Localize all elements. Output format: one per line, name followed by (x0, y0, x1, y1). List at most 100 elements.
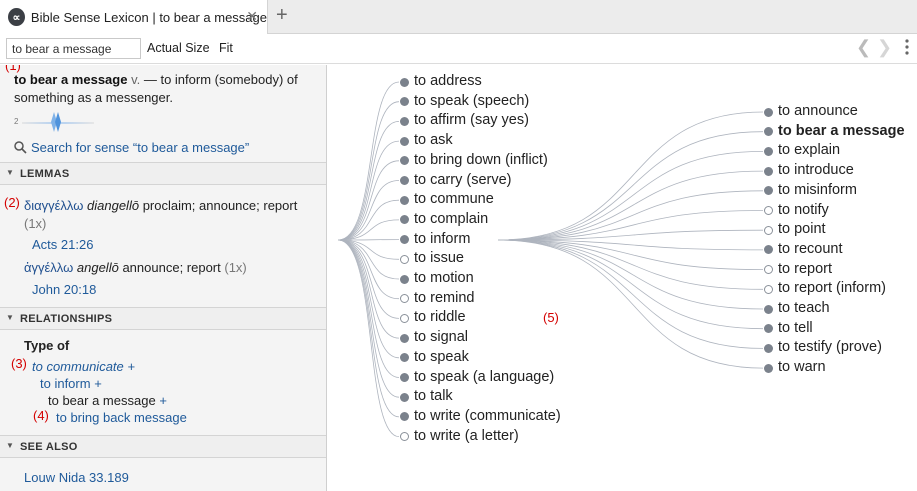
annotation-5: (5) (543, 310, 559, 325)
graph-node-right[interactable]: to report (inform) (778, 280, 886, 296)
back-arrow-icon[interactable]: ❮ (856, 37, 871, 58)
graph-node-left[interactable]: to speak (414, 349, 469, 365)
graph-node-dot (763, 324, 773, 334)
graph-node-left[interactable]: to affirm (say yes) (414, 112, 529, 128)
graph-node-dot (763, 127, 773, 137)
edge-right (497, 239, 764, 310)
section-title: SEE ALSO (20, 441, 78, 453)
collapse-caret-icon: ▼ (6, 168, 15, 177)
graph-node-left[interactable]: to complain (414, 211, 488, 227)
fit-button[interactable]: Fit (219, 41, 233, 55)
relationship-item[interactable]: to inform + (40, 376, 102, 391)
graph-node-dot (399, 215, 409, 225)
slider-handle-icon[interactable] (50, 111, 62, 133)
graph-node-left[interactable]: to motion (414, 270, 474, 286)
verse-reference-link[interactable]: Acts 21:26 (32, 237, 93, 252)
graph-node-right[interactable]: to explain (778, 142, 840, 158)
graph-node-dot (399, 116, 409, 126)
graph-node-right[interactable]: to notify (778, 202, 829, 218)
lemma-entry: ἀγγέλλω angellō announce; report (1x) (24, 259, 319, 277)
verse-reference-link[interactable]: John 20:18 (32, 282, 96, 297)
definition: to bear a message v. — to inform (somebo… (14, 71, 319, 107)
new-tab-icon[interactable]: + (276, 4, 288, 27)
graph-node-dot (763, 225, 773, 235)
graph-node-left[interactable]: to inform (414, 231, 470, 247)
graph-node-right[interactable]: to tell (778, 320, 813, 336)
tab-bible-sense-lexicon[interactable]: ∝ Bible Sense Lexicon | to bear a messag… (0, 0, 268, 34)
edge-right (497, 170, 764, 241)
tab-bar: ∝ Bible Sense Lexicon | to bear a messag… (0, 0, 917, 34)
search-icon (14, 141, 27, 154)
graph-node-left[interactable]: to bring down (inflict) (414, 152, 548, 168)
graph-node-left[interactable]: to write (communicate) (414, 408, 561, 424)
slider-min-label: 2 (14, 117, 19, 126)
section-title: LEMMAS (20, 168, 70, 180)
headword: to bear a message (14, 72, 128, 87)
section-title: RELATIONSHIPS (20, 313, 113, 325)
edge-right (497, 239, 764, 330)
graph-node-left[interactable]: to commune (414, 191, 494, 207)
lemma-gloss: proclaim; announce; report (142, 198, 298, 213)
part-of-speech: v. (131, 72, 141, 87)
graph-node-dot (763, 146, 773, 156)
graph-node-dot (399, 235, 409, 245)
graph-node-right[interactable]: to introduce (778, 162, 854, 178)
graph-node-left[interactable]: to write (a letter) (414, 428, 519, 444)
graph-node-left[interactable]: to talk (414, 388, 453, 404)
graph-node-dot (763, 304, 773, 314)
graph-node-left[interactable]: to speak (a language) (414, 369, 554, 385)
forward-arrow-icon[interactable]: ❯ (877, 37, 892, 58)
graph-node-right[interactable]: to testify (prove) (778, 339, 882, 355)
logos-logo-icon: ∝ (8, 8, 25, 26)
graph-node-right[interactable]: to misinform (778, 182, 857, 198)
lemmas-section-header[interactable]: ▼ LEMMAS (0, 162, 326, 185)
relationship-child-link[interactable]: to bring back message (56, 410, 187, 425)
graph-node-dot (763, 343, 773, 353)
graph-node-left[interactable]: to address (414, 73, 482, 89)
graph-node-dot (399, 274, 409, 284)
lemma-transliteration: diangellō (87, 198, 140, 213)
relationships-section-header[interactable]: ▼ RELATIONSHIPS (0, 307, 326, 330)
graph-node-right[interactable]: to announce (778, 103, 858, 119)
graph-node-left[interactable]: to carry (serve) (414, 172, 512, 188)
graph-node-dot (399, 373, 409, 382)
relationship-type-label: Type of (24, 338, 70, 353)
edge-right (497, 239, 764, 290)
graph-node-dot (763, 284, 773, 294)
graph-node-right[interactable]: to warn (778, 359, 826, 375)
graph-node-dot (399, 97, 409, 107)
edge-left (337, 239, 400, 418)
graph-node-left[interactable]: to signal (414, 329, 468, 345)
lemma-count: (1x) (24, 216, 47, 231)
edge-right (497, 239, 764, 369)
lemma-transliteration: angellō (76, 260, 119, 275)
lemma-greek[interactable]: διαγγέλλω (24, 198, 83, 213)
edge-right (497, 131, 764, 241)
graph-node-left[interactable]: to issue (414, 250, 464, 266)
graph-node-left[interactable]: to remind (414, 290, 474, 306)
lemma-greek[interactable]: ἀγγέλλω (24, 260, 73, 275)
annotation-2: (2) (4, 195, 20, 210)
louw-nida-link[interactable]: Louw Nida 33.189 (24, 470, 129, 485)
see-also-section-header[interactable]: ▼ SEE ALSO (0, 435, 326, 458)
graph-node-right[interactable]: to teach (778, 300, 830, 316)
graph-node-right[interactable]: to bear a message (778, 123, 905, 139)
graph-node-dot (399, 176, 409, 185)
toolbar: Actual Size Fit ❮ ❯ (0, 34, 917, 64)
more-options-icon[interactable] (905, 39, 909, 55)
graph-node-right[interactable]: to report (778, 261, 832, 277)
search-for-sense-link[interactable]: Search for sense “to bear a message” (14, 140, 249, 155)
relationship-item[interactable]: to communicate + (32, 359, 135, 374)
graph-node-left[interactable]: to riddle (414, 309, 466, 325)
graph-node-dot (763, 206, 773, 215)
close-icon[interactable]: ✕ (246, 8, 258, 25)
graph-node-dot (399, 333, 409, 343)
search-for-sense-label: Search for sense “to bear a message” (31, 140, 250, 155)
graph-node-left[interactable]: to speak (speech) (414, 93, 529, 109)
actual-size-button[interactable]: Actual Size (147, 41, 210, 55)
graph-node-right[interactable]: to point (778, 221, 826, 237)
graph-node-dot (399, 294, 409, 304)
graph-node-right[interactable]: to recount (778, 241, 843, 257)
graph-node-left[interactable]: to ask (414, 132, 453, 148)
search-input[interactable] (6, 38, 141, 59)
